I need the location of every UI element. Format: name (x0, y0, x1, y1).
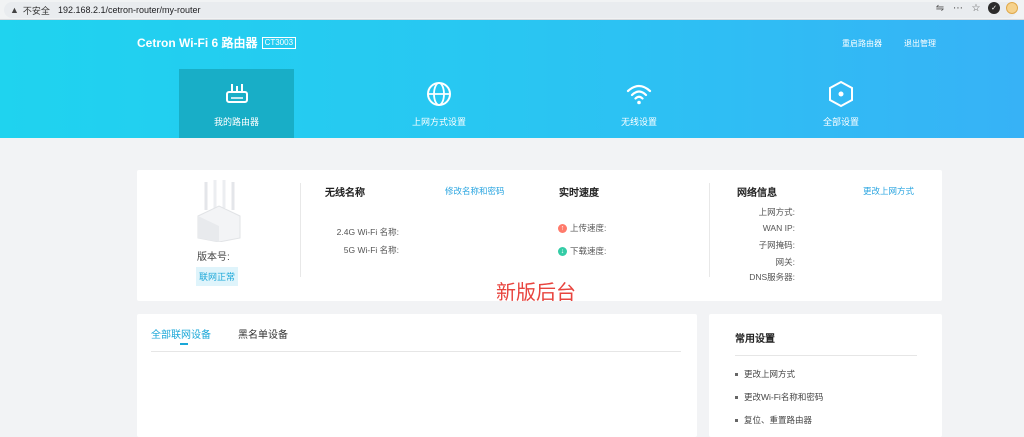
setting-change-wifi[interactable]: 更改Wi-Fi名称和密码 (735, 391, 823, 403)
bullet-icon (735, 418, 738, 422)
brand-name: Cetron Wi-Fi 6 路由器 (137, 36, 258, 50)
wifi-24g-label: 2.4G Wi-Fi 名称: (336, 227, 399, 237)
setting-label: 更改Wi-Fi名称和密码 (744, 392, 824, 402)
settings-divider (735, 355, 917, 356)
setting-label: 更改上网方式 (744, 369, 796, 379)
overlay-caption: 新版后台 (496, 280, 576, 304)
brand-model: CT3003 (261, 36, 297, 49)
brand: Cetron Wi-Fi 6 路由器 CT3003 (137, 34, 297, 51)
browser-address-bar: ▲ 不安全 192.168.2.1/cetron-router/my-route… (0, 0, 1024, 20)
nav-label: 上网方式设置 (411, 117, 466, 127)
nav-label: 全部设置 (822, 117, 859, 127)
globe-icon (427, 82, 451, 106)
tab-divider (151, 351, 681, 352)
subnet-mask-label: 子网掩码: (758, 240, 795, 250)
nav-my-router[interactable]: 我的路由器 (179, 69, 294, 138)
setting-change-internet[interactable]: 更改上网方式 (735, 368, 795, 380)
bullet-icon (735, 395, 738, 399)
warning-icon: ▲ (10, 5, 19, 15)
wireless-title: 无线名称 (325, 188, 365, 199)
extension-icon[interactable]: ✓ (988, 2, 1000, 14)
setting-reset-router[interactable]: 复位、重置路由器 (735, 414, 812, 426)
tab-blacklist[interactable]: 黑名单设备 (238, 326, 288, 341)
wifi-icon (626, 84, 652, 105)
speed-title: 实时速度 (559, 188, 599, 199)
nav-wireless-settings[interactable]: 无线设置 (580, 69, 698, 138)
edit-name-password-link[interactable]: 修改名称和密码 (445, 185, 505, 197)
main-nav: 我的路由器 上网方式设置 无线设置 全部设置 (179, 69, 899, 138)
reboot-router-link[interactable]: 重启路由器 (842, 38, 882, 49)
gateway-label: 网关: (775, 257, 795, 267)
star-icon[interactable]: ☆ (970, 2, 982, 14)
tab-all-devices[interactable]: 全部联网设备 (151, 326, 211, 341)
nav-internet-settings[interactable]: 上网方式设置 (380, 69, 498, 138)
internet-method-label: 上网方式: (758, 207, 795, 217)
change-internet-method-link[interactable]: 更改上网方式 (863, 185, 914, 197)
wan-ip-label: WAN IP: (762, 223, 795, 233)
download-speed-label: 下载速度: (570, 246, 607, 256)
more-icon[interactable]: ⋯ (952, 2, 964, 14)
status-badge: 联网正常 (196, 267, 239, 286)
upload-speed-label: 上传速度: (570, 223, 607, 233)
nav-label: 我的路由器 (213, 117, 259, 127)
dns-server-label: DNS服务器: (749, 272, 795, 282)
divider (709, 183, 710, 277)
common-settings-card: 常用设置 更改上网方式 更改Wi-Fi名称和密码 复位、重置路由器 (709, 314, 942, 437)
download-arrow-icon: ↓ (558, 246, 567, 256)
common-settings-title: 常用设置 (735, 334, 775, 345)
profile-avatar[interactable] (1006, 2, 1018, 14)
router-header: Cetron Wi-Fi 6 路由器 CT3003 重启路由器 退出管理 我的路… (0, 20, 1024, 138)
url-box[interactable]: ▲ 不安全 192.168.2.1/cetron-router/my-route… (4, 2, 1016, 18)
network-info-title: 网络信息 (737, 188, 777, 199)
router-icon (225, 84, 248, 103)
bullet-icon (735, 372, 738, 376)
nav-label: 无线设置 (620, 117, 657, 127)
logout-link[interactable]: 退出管理 (904, 38, 936, 49)
active-tab-indicator (180, 343, 188, 345)
device-list-card: 全部联网设备 黑名单设备 (137, 314, 697, 437)
router-image (197, 180, 241, 242)
url-text[interactable]: 192.168.2.1/cetron-router/my-router (58, 5, 201, 15)
insecure-label: 不安全 (22, 5, 50, 16)
upload-arrow-icon: ↑ (558, 223, 567, 233)
divider (300, 183, 301, 277)
nav-all-settings[interactable]: 全部设置 (782, 69, 900, 138)
download-speed-row: ↓ 下载速度: (558, 245, 606, 257)
wifi-5g-label: 5G Wi-Fi 名称: (343, 245, 399, 255)
hexagon-settings-icon (829, 80, 853, 108)
setting-label: 复位、重置路由器 (744, 415, 813, 425)
firmware-version-label: 版本号: (197, 252, 230, 263)
upload-speed-row: ↑ 上传速度: (558, 222, 606, 234)
translate-icon[interactable]: ⇋ (934, 2, 946, 14)
